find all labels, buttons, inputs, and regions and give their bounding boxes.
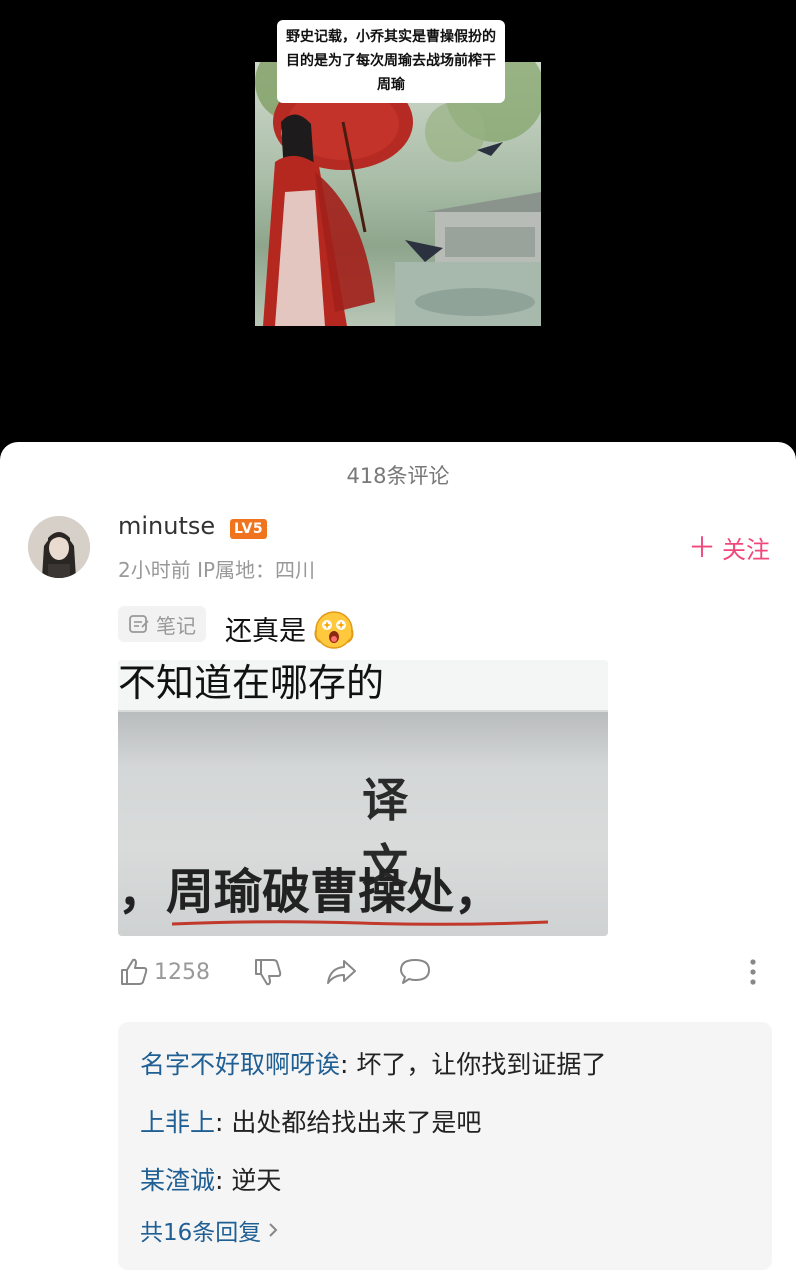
- plus-icon: ＋: [687, 530, 716, 564]
- comment-image[interactable]: 不知道在哪存的 译 文 ，周瑜破曹操处，: [118, 660, 608, 936]
- more-icon: [750, 959, 756, 985]
- comment-meta: 2小时前 IP属地：四川: [118, 558, 316, 582]
- more-replies-label: 共16条回复: [140, 1220, 262, 1246]
- reply-button[interactable]: [398, 956, 432, 988]
- reply-item[interactable]: 名字不好取啊呀诶: 坏了，让你找到证据了: [140, 1045, 606, 1081]
- follow-button[interactable]: ＋ 关注: [688, 530, 770, 565]
- reply-item[interactable]: 某渣诚: 逆天: [140, 1161, 281, 1197]
- avatar[interactable]: [28, 516, 90, 578]
- dislike-icon: [255, 959, 282, 986]
- reply-author[interactable]: 名字不好取啊呀诶: [140, 1050, 340, 1079]
- note-tag-label: 笔记: [156, 613, 196, 638]
- more-options-button[interactable]: [748, 956, 758, 988]
- red-underline: [171, 920, 549, 926]
- reply-separator: :: [215, 1108, 232, 1137]
- follow-label: 关注: [722, 536, 770, 564]
- comment-actions: 1258: [118, 956, 778, 996]
- like-button[interactable]: 1258: [118, 956, 210, 988]
- reply-icon: [400, 959, 430, 984]
- like-icon: [121, 958, 148, 985]
- reply-text: 出处都给找出来了是吧: [231, 1108, 482, 1137]
- dislike-button[interactable]: [252, 956, 284, 988]
- reply-author[interactable]: 某渣诚: [140, 1166, 215, 1195]
- level-badge: LV5: [230, 519, 268, 539]
- avatar-image: [28, 516, 90, 578]
- comments-count-title: 418条评论: [346, 464, 450, 488]
- reply-item[interactable]: 上非上: 出处都给找出来了是吧: [140, 1103, 481, 1139]
- reply-author[interactable]: 上非上: [140, 1108, 215, 1137]
- chevron-right-icon: [269, 1223, 278, 1237]
- comment-image-book: 译 文 ，周瑜破曹操处，: [118, 712, 608, 936]
- video-area[interactable]: 野史记载，小乔其实是曹操假扮的 目的是为了每次周瑜去战场前榨干周瑜: [0, 0, 796, 460]
- reply-separator: :: [215, 1166, 232, 1195]
- note-tag[interactable]: 笔记: [118, 606, 206, 642]
- comment-text: 还真是: [225, 615, 306, 647]
- post-caption: 野史记载，小乔其实是曹操假扮的 目的是为了每次周瑜去战场前榨干周瑜: [277, 20, 505, 103]
- comment-username[interactable]: minutse: [118, 512, 215, 540]
- replies-box: 名字不好取啊呀诶: 坏了，让你找到证据了 上非上: 出处都给找出来了是吧 某渣诚…: [118, 1022, 772, 1270]
- more-replies-link[interactable]: 共16条回复: [140, 1213, 279, 1247]
- shocked-emoji-icon: [314, 611, 354, 649]
- reply-separator: :: [340, 1050, 357, 1079]
- note-icon: [129, 615, 149, 633]
- comment-text-row: 还真是: [225, 606, 356, 650]
- reply-text: 逆天: [231, 1166, 282, 1195]
- reply-text: 坏了，让你找到证据了: [356, 1050, 607, 1079]
- share-button[interactable]: [324, 956, 358, 988]
- comment-image-caption: 不知道在哪存的: [118, 660, 608, 710]
- share-icon: [327, 960, 356, 984]
- like-count: 1258: [154, 959, 210, 985]
- comment-image-text: ，周瑜破曹操处，: [118, 864, 503, 920]
- comments-sheet: 418条评论 minutse LV5 2小时前 IP属地：四川 ＋ 关注 笔记 …: [0, 442, 796, 1280]
